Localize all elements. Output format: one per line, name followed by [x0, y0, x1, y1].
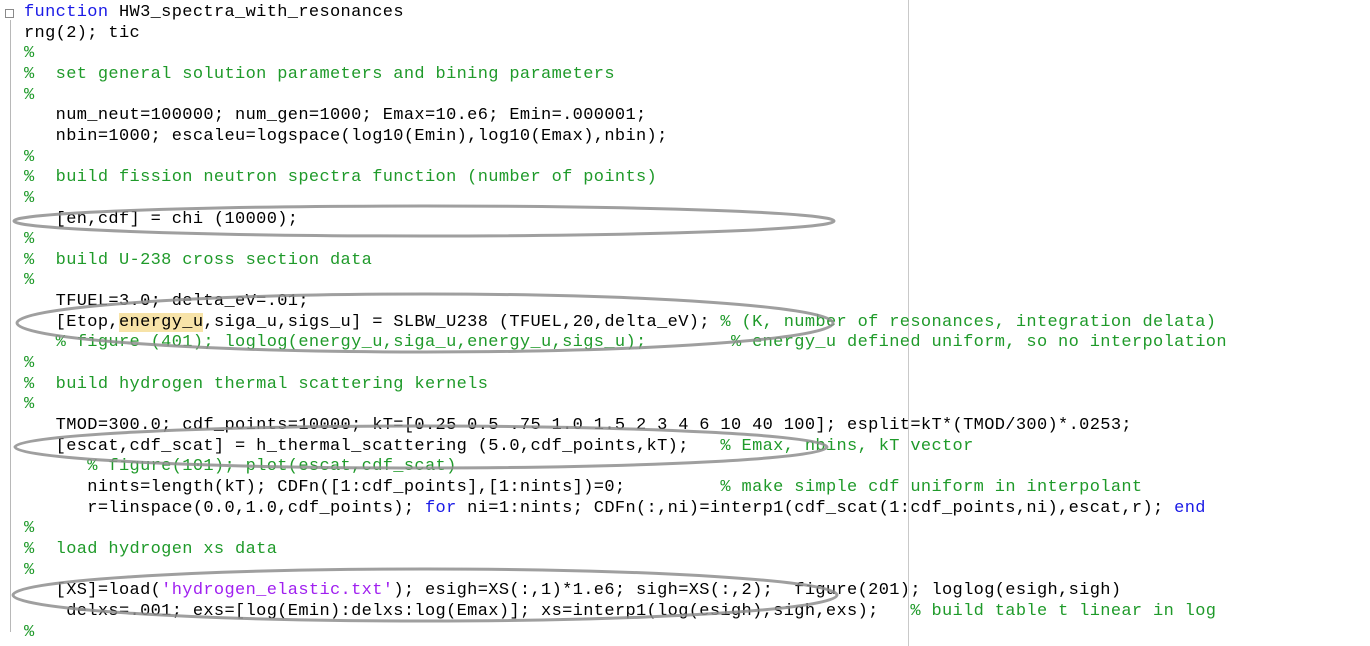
code-token: [XS]=load( [24, 581, 162, 600]
fold-toggle-icon[interactable] [5, 9, 14, 18]
code-line[interactable]: % [24, 271, 35, 291]
comment-token: % [24, 395, 35, 414]
comment-token: % build hydrogen thermal scattering kern… [24, 375, 489, 394]
code-line[interactable]: % [24, 189, 35, 209]
code-token: ni=1:nints; CDFn(:,ni)=interp1(cdf_scat(… [456, 499, 1175, 518]
code-line[interactable]: nbin=1000; escaleu=logspace(log10(Emin),… [24, 127, 668, 147]
comment-token: % [24, 44, 35, 63]
code-line[interactable]: % build hydrogen thermal scattering kern… [24, 375, 488, 395]
code-line[interactable]: TMOD=300.0; cdf_points=10000; kT=[0.25 0… [24, 416, 1132, 436]
comment-token: % [24, 148, 35, 167]
code-line[interactable]: % [24, 86, 35, 106]
code-line[interactable]: function HW3_spectra_with_resonances [24, 3, 404, 23]
comment-token: % [24, 354, 35, 373]
code-line[interactable]: % [24, 395, 35, 415]
code-token: [escat,cdf_scat] = h_thermal_scattering … [24, 437, 721, 456]
code-line[interactable]: delxs=.001; exs=[log(Emin):delxs:log(Ema… [24, 602, 1216, 622]
code-line[interactable]: % [24, 354, 35, 374]
code-line[interactable]: [en,cdf] = chi (10000); [24, 210, 298, 230]
code-line[interactable]: % figure (401); loglog(energy_u,siga_u,e… [24, 333, 1227, 353]
code-token: ,siga_u,sigs_u] = SLBW_U238 (TFUEL,20,de… [203, 313, 721, 332]
code-line[interactable]: % load hydrogen xs data [24, 540, 277, 560]
code-editor[interactable]: function HW3_spectra_with_resonances rng(… [0, 0, 1370, 646]
code-line[interactable]: % [24, 623, 35, 643]
code-token: rng(2); tic [24, 24, 141, 43]
code-token: [en,cdf] = chi (10000); [24, 210, 299, 229]
code-line[interactable]: % [24, 44, 35, 64]
code-token: HW3_spectra_with_resonances [108, 3, 404, 22]
code-line[interactable]: [XS]=load('hydrogen_elastic.txt'); esigh… [24, 581, 1121, 601]
fold-guide-line [10, 20, 11, 632]
comment-token: % [24, 561, 35, 580]
comment-token: % [24, 519, 35, 538]
highlighted-token: energy_u [118, 313, 204, 332]
comment-token: % build table t linear in log [910, 602, 1217, 621]
code-line[interactable]: % build fission neutron spectra function… [24, 168, 657, 188]
comment-token: % [24, 271, 35, 290]
comment-token: % figure (401); loglog(energy_u,siga_u,e… [24, 333, 1227, 352]
comment-token: % make simple cdf uniform in interpolant [720, 478, 1143, 497]
keyword-token: for [424, 499, 457, 518]
code-line[interactable]: % build U-238 cross section data [24, 251, 372, 271]
code-line[interactable]: % figure(101); plot(escat,cdf_scat) [24, 457, 457, 477]
comment-token: % [24, 230, 35, 249]
code-line[interactable]: num_neut=100000; num_gen=1000; Emax=10.e… [24, 106, 647, 126]
comment-token: % set general solution parameters and bi… [24, 65, 615, 84]
comment-token: % [24, 86, 35, 105]
code-line[interactable]: % [24, 519, 35, 539]
code-token: nbin=1000; escaleu=logspace(log10(Emin),… [24, 127, 668, 146]
comment-token: % Emax, nbins, kT vector [720, 437, 974, 456]
code-token: num_neut=100000; num_gen=1000; Emax=10.e… [24, 106, 647, 125]
code-token: nints=length(kT); CDFn([1:cdf_points],[1… [24, 478, 721, 497]
code-line[interactable]: [escat,cdf_scat] = h_thermal_scattering … [24, 437, 974, 457]
code-line[interactable]: % set general solution parameters and bi… [24, 65, 615, 85]
code-line[interactable]: r=linspace(0.0,1.0,cdf_points); for ni=1… [24, 499, 1206, 519]
comment-token: % [24, 189, 35, 208]
code-token: ); esigh=XS(:,1)*1.e6; sigh=XS(:,2); fig… [393, 581, 1122, 600]
code-token: [Etop, [24, 313, 119, 332]
code-token: TFUEL=3.0; delta_eV=.01; [24, 292, 309, 311]
keyword-token: end [1174, 499, 1206, 518]
code-token: TMOD=300.0; cdf_points=10000; kT=[0.25 0… [24, 416, 1132, 435]
comment-token: % load hydrogen xs data [24, 540, 278, 559]
keyword-token: function [24, 3, 109, 22]
code-token: r=linspace(0.0,1.0,cdf_points); [24, 499, 425, 518]
string-token: 'hydrogen_elastic.txt' [161, 581, 394, 600]
comment-token: % [24, 623, 35, 642]
comment-token: % build U-238 cross section data [24, 251, 373, 270]
code-line[interactable]: % [24, 148, 35, 168]
code-line[interactable]: [Etop,energy_u,siga_u,sigs_u] = SLBW_U23… [24, 313, 1216, 333]
code-token: delxs=.001; exs=[log(Emin):delxs:log(Ema… [24, 602, 911, 621]
code-line[interactable]: nints=length(kT); CDFn([1:cdf_points],[1… [24, 478, 1143, 498]
comment-token: % (K, number of resonances, integration … [720, 313, 1217, 332]
comment-token: % build fission neutron spectra function… [24, 168, 658, 187]
code-line[interactable]: % [24, 230, 35, 250]
code-line[interactable]: % [24, 561, 35, 581]
fold-gutter [0, 0, 20, 646]
comment-token: % figure(101); plot(escat,cdf_scat) [24, 457, 457, 476]
code-line[interactable]: TFUEL=3.0; delta_eV=.01; [24, 292, 309, 312]
code-line[interactable]: rng(2); tic [24, 24, 140, 44]
